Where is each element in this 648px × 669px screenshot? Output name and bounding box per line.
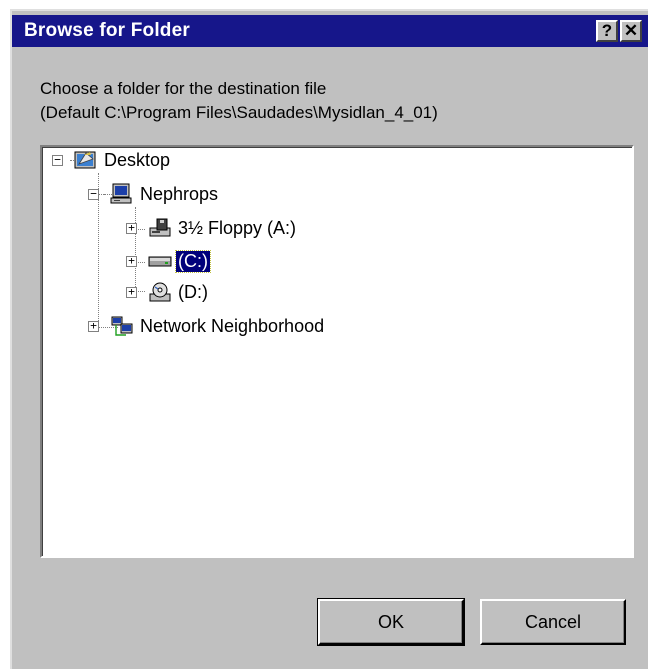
tree-node-floppy[interactable]: + 3½ Floppy (A:) [126,217,366,241]
floppy-drive-icon [149,218,171,237]
cancel-button[interactable]: Cancel [480,599,626,645]
tree-node-network[interactable]: + Network Neighborhood [88,315,408,339]
hard-drive-icon [148,256,172,267]
tree-node-computer[interactable]: − Nephrops [88,183,308,207]
tree-node-desktop[interactable]: − Desktop [52,149,252,173]
network-icon [111,316,133,336]
prompt-line-2: (Default C:\Program Files\Saudades\Mysid… [40,103,438,122]
expand-toggle[interactable]: + [88,320,99,332]
cd-drive-icon [149,282,171,302]
tree-node-drive-d[interactable]: + (D:) [126,281,326,305]
dialog-title: Browse for Folder [24,20,190,41]
folder-tree[interactable]: − Desktop − Nephrops + 3½ Floppy (A:) + … [40,145,634,558]
prompt-line-1: Choose a folder for the destination file [40,79,327,98]
browse-for-folder-dialog: Browse for Folder ? ✕ Choose a folder fo… [10,9,648,669]
expand-toggle[interactable]: + [126,286,137,298]
collapse-toggle[interactable]: − [52,154,63,166]
title-bar[interactable]: Browse for Folder ? ✕ [12,15,648,47]
computer-icon [110,183,132,204]
tree-node-drive-c[interactable]: + (C:) [126,250,326,274]
close-button[interactable]: ✕ [620,20,642,42]
desktop-icon [74,151,96,169]
collapse-toggle[interactable]: − [88,188,99,200]
help-button[interactable]: ? [596,20,618,42]
expand-toggle[interactable]: + [126,222,137,234]
expand-toggle[interactable]: + [126,255,137,267]
ok-button[interactable]: OK [317,598,465,646]
